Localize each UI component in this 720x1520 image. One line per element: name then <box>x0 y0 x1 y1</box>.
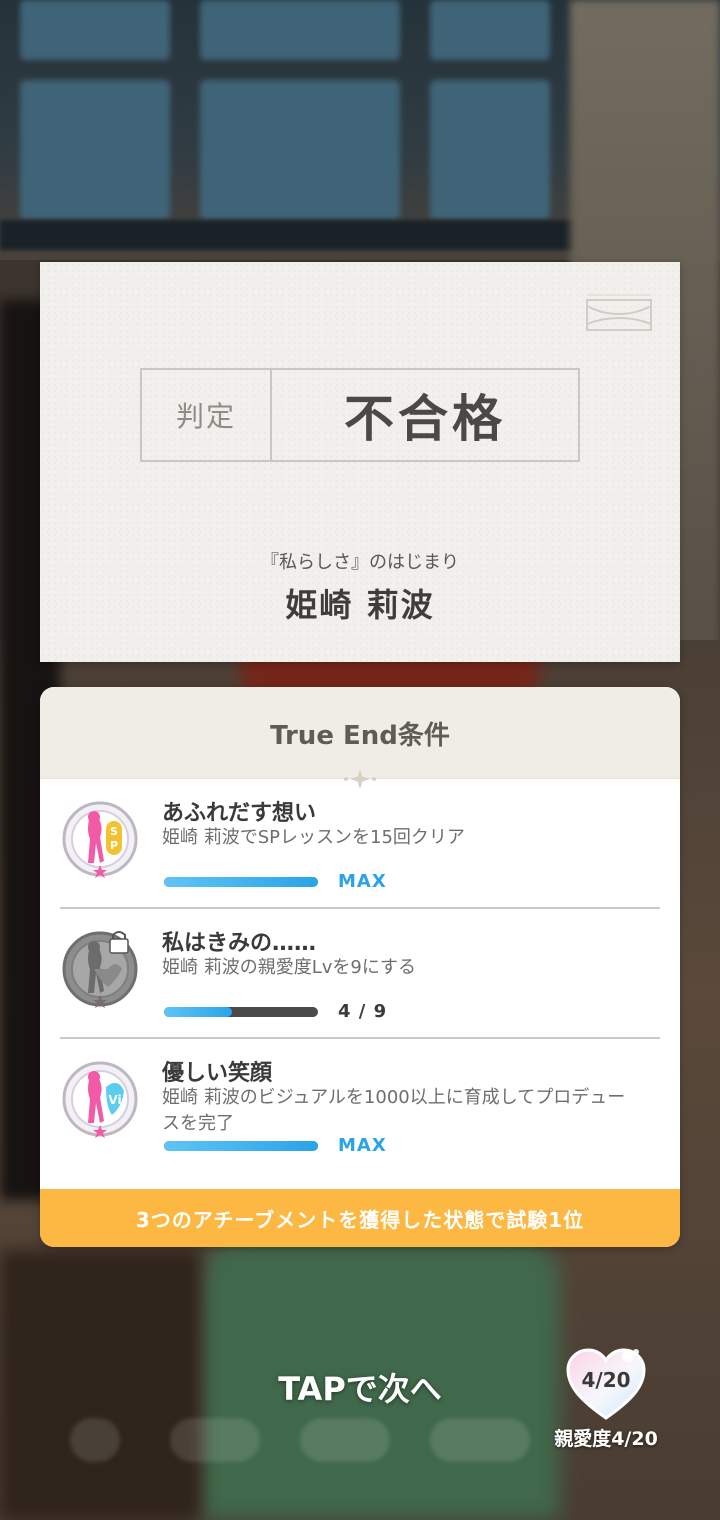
condition-title: 私はきみの…… <box>162 931 317 956</box>
progress-fill <box>164 1141 318 1151</box>
true-end-requirement: 3つのアチーブメントを獲得した状態で試験1位 <box>40 1189 680 1247</box>
condition-item: S P あふれだす想い 姫崎 莉波でSPレッスンを15回クリア MAX <box>60 779 660 909</box>
progress-fill <box>164 877 318 887</box>
progress-text: 4 / 9 <box>338 1001 388 1022</box>
progress-text: MAX <box>338 1135 387 1156</box>
verdict-value: 不合格 <box>344 390 506 448</box>
svg-text:Vi: Vi <box>108 1093 121 1107</box>
condition-list: S P あふれだす想い 姫崎 莉波でSPレッスンを15回クリア MAX 私はきみ… <box>40 779 680 1169</box>
sp-lesson-badge-icon: S P <box>62 801 138 878</box>
true-end-panel: True End条件 S P あふれだす想い 姫崎 莉波でSPレッスンを15回ク… <box>40 687 680 1247</box>
progress-bar <box>164 1007 318 1017</box>
condition-title: あふれだす想い <box>162 801 317 826</box>
progress-bar <box>164 877 318 887</box>
dimmed-controls <box>70 1414 590 1464</box>
progress-text: MAX <box>338 871 387 892</box>
progress-bar <box>164 1141 318 1151</box>
condition-description: 姫崎 莉波の親愛度Lvを9にする <box>162 957 417 978</box>
condition-description: 姫崎 莉波のビジュアルを1000以上に育成してプロデュースを完了 <box>162 1087 626 1134</box>
svg-text:P: P <box>110 839 118 852</box>
true-end-title: True End条件 <box>270 720 450 751</box>
progress-fill <box>164 1007 233 1017</box>
affinity-indicator[interactable]: 4/20 親愛度4/20 <box>548 1346 668 1456</box>
affinity-label: 親愛度4/20 <box>554 1428 658 1450</box>
condition-title: 優しい笑顔 <box>162 1061 273 1086</box>
condition-description: 姫崎 莉波でSPレッスンを15回クリア <box>162 827 465 848</box>
envelope-stamp-icon <box>586 294 652 331</box>
svg-text:S: S <box>110 825 118 838</box>
result-card: 判定 不合格 『私らしさ』のはじまり 姫崎 莉波 <box>40 262 680 662</box>
visual-badge-icon: Vi <box>62 1061 138 1138</box>
affinity-value: 4/20 <box>581 1368 631 1392</box>
condition-item: 私はきみの…… 姫崎 莉波の親愛度Lvを9にする 4 / 9 <box>60 909 660 1039</box>
affection-badge-locked-icon <box>62 931 138 1008</box>
verdict-label: 判定 <box>142 370 272 460</box>
true-end-header: True End条件 <box>40 687 680 789</box>
condition-item: Vi 優しい笑顔 姫崎 莉波のビジュアルを1000以上に育成してプロデュースを完… <box>60 1039 660 1169</box>
verdict-box: 判定 不合格 <box>140 368 580 462</box>
scenario-subtitle: 『私らしさ』のはじまり <box>261 552 459 573</box>
character-name: 姫崎 莉波 <box>285 586 435 624</box>
